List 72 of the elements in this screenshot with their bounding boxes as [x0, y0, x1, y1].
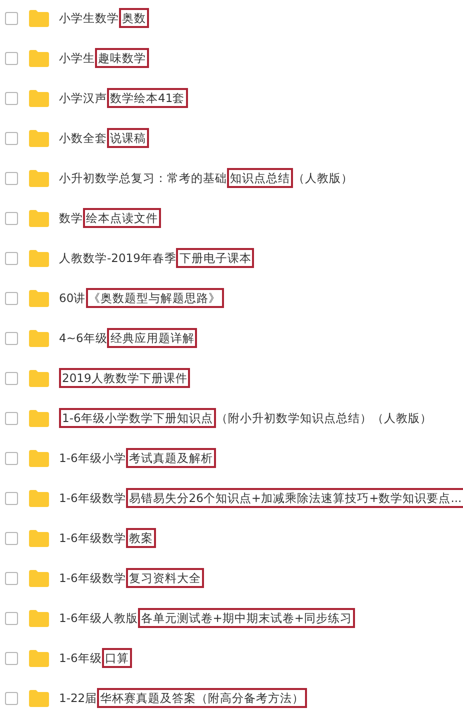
highlighted-text: 考试真题及解析	[126, 448, 216, 468]
highlighted-text: 知识点总结	[227, 168, 293, 188]
folder-name: 小学生	[59, 50, 95, 66]
folder-name: 1-6年级小学	[59, 450, 126, 466]
highlighted-text: 2019人教数学下册课件	[59, 368, 190, 388]
folder-name: 小学汉声	[59, 90, 107, 106]
highlighted-text: 下册电子课本	[176, 248, 254, 268]
highlighted-text: 教案	[126, 528, 156, 548]
folder-name: 1-6年级	[59, 650, 102, 666]
folder-icon	[29, 570, 49, 586]
folder-icon	[29, 690, 49, 706]
checkbox[interactable]	[5, 572, 18, 584]
checkbox[interactable]	[5, 12, 18, 24]
folder-icon	[29, 50, 49, 66]
checkbox[interactable]	[5, 412, 18, 424]
highlighted-text: 趣味数学	[95, 48, 149, 68]
highlighted-text: 说课稿	[107, 128, 149, 148]
folder-name: 小升初数学总复习：常考的基础	[59, 170, 227, 186]
folder-icon	[29, 410, 49, 426]
folder-icon	[29, 330, 49, 346]
highlighted-text: 奥数	[119, 8, 149, 28]
highlighted-text: 口算	[102, 648, 132, 668]
folder-icon	[29, 650, 49, 666]
folder-name: 1-6年级数学	[59, 570, 126, 586]
folder-icon	[29, 450, 49, 466]
folder-name: 小学生数学	[59, 10, 119, 26]
folder-name: 4~6年级	[59, 330, 108, 346]
checkbox[interactable]	[5, 52, 18, 64]
checkbox[interactable]	[5, 452, 18, 464]
folder-icon	[29, 250, 49, 266]
highlighted-text: 经典应用题详解	[107, 328, 198, 348]
checkbox[interactable]	[5, 212, 18, 224]
highlighted-text: 各单元测试卷+期中期末试卷+同步练习	[138, 608, 356, 628]
checkbox[interactable]	[5, 612, 18, 624]
folder-icon	[29, 10, 49, 26]
folder-name: 1-6年级数学	[59, 490, 126, 506]
folder-icon	[29, 290, 49, 306]
highlighted-text: 数学绘本41套	[107, 88, 188, 108]
folder-icon	[29, 130, 49, 146]
checkbox[interactable]	[5, 492, 18, 504]
checkbox[interactable]	[5, 652, 18, 664]
highlighted-text: 1-6年级小学数学下册知识点	[59, 408, 216, 428]
folder-name: 1-22届	[59, 690, 98, 706]
checkbox[interactable]	[5, 692, 18, 704]
checkbox[interactable]	[5, 372, 18, 384]
folder-name: 1-6年级人教版	[59, 610, 138, 626]
folder-icon	[29, 530, 49, 546]
folder-icon	[29, 610, 49, 626]
checkbox[interactable]	[5, 332, 18, 344]
folder-name: 人教数学-2019年春季	[59, 250, 176, 266]
checkbox[interactable]	[5, 292, 18, 304]
folder-name: 数学	[59, 210, 83, 226]
folder-name-suffix: （附小升初数学知识点总结）（人教版）	[216, 410, 432, 426]
checkbox[interactable]	[5, 172, 18, 184]
folder-icon	[29, 170, 49, 186]
folder-icon	[29, 370, 49, 386]
checkbox[interactable]	[5, 252, 18, 264]
folder-icon	[29, 210, 49, 226]
folder-icon	[29, 490, 49, 506]
checkbox[interactable]	[5, 92, 18, 104]
folder-name: 小数全套	[59, 130, 107, 146]
highlighted-text: 易错易失分26个知识点+加减乘除法速算技巧+数学知识要点...	[126, 488, 463, 508]
folder-name: 60讲	[59, 290, 86, 306]
checkbox[interactable]	[5, 532, 18, 544]
folder-icon	[29, 90, 49, 106]
folder-name: 1-6年级数学	[59, 530, 126, 546]
highlighted-text: 《奥数题型与解题思路》	[86, 288, 224, 308]
folder-name-suffix: （人教版）	[293, 170, 353, 186]
highlighted-text: 绘本点读文件	[83, 208, 161, 228]
highlighted-text: 复习资料大全	[126, 568, 204, 588]
checkbox[interactable]	[5, 132, 18, 144]
highlighted-text: 华杯赛真题及答案（附高分备考方法）	[97, 688, 308, 708]
